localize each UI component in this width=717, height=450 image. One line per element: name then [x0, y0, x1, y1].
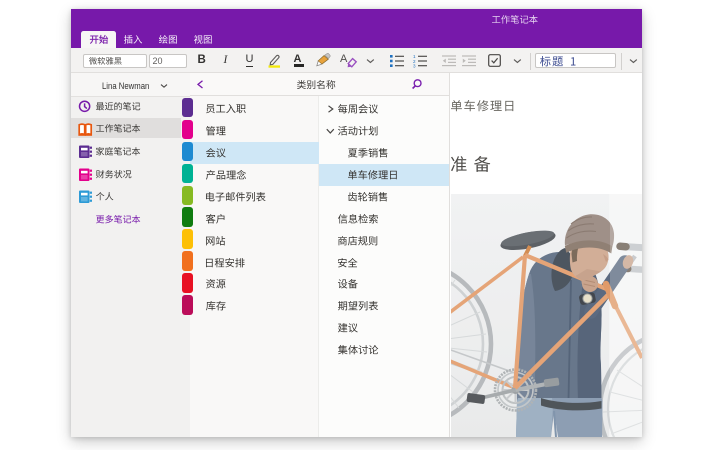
svg-text:3: 3	[413, 64, 416, 68]
